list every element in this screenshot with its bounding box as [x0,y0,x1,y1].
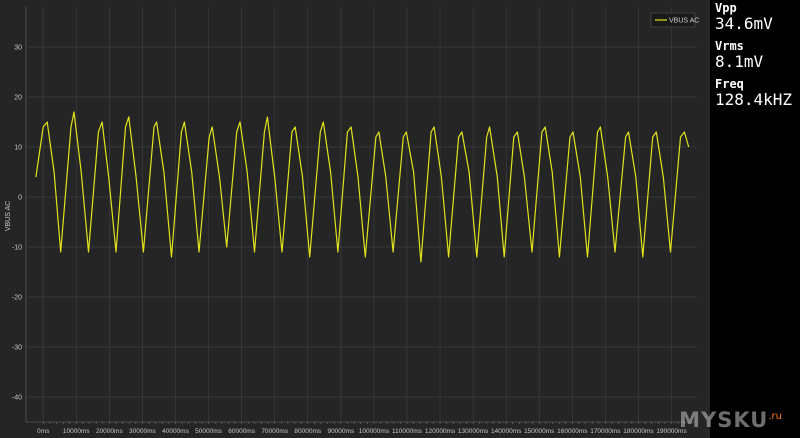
x-tick-label: 120000ms [425,428,456,435]
vrms-value: 8.1mV [715,52,764,71]
y-tick-label: 30 [14,45,22,52]
legend-label: VBUS AC [669,18,699,25]
watermark-suffix: .ru [768,411,782,422]
watermark-text: MYSKU [679,408,769,432]
x-tick-label: 160000ms [557,428,588,435]
x-tick-label: 170000ms [590,428,621,435]
axes: 30 20 10 0 -10 -20 -30 -40 0ms 10000ms 20000ms 3000… [12,7,697,435]
y-tick-label: 0 [18,195,22,202]
x-tick-label: 100000ms [359,428,390,435]
x-tick-label: 80000ms [294,428,321,435]
y-axis-title: VBUS AC [5,201,12,231]
y-tick-label: -20 [12,295,22,302]
x-tick-label: 130000ms [458,428,489,435]
y-tick-label: -10 [12,245,22,252]
y-tick-label: 10 [14,145,22,152]
vrms-readout: Vrms 8.1mV [715,40,764,71]
x-tick-label: 0ms [37,428,50,435]
vpp-readout: Vpp 34.6mV [715,2,773,33]
x-tick-label: 90000ms [327,428,354,435]
trace-layer [35,111,690,263]
x-tick-label: 50000ms [195,428,222,435]
watermark-logo: MYSKU.ru [679,408,782,432]
plot-panel: 30 20 10 0 -10 -20 -30 -40 0ms 10000ms 20000ms 3000… [0,0,710,438]
vbus-ac-trace [35,111,690,263]
legend[interactable]: VBUS AC [650,12,699,28]
freq-value: 128.4kHZ [715,90,793,109]
x-tick-label: 20000ms [96,428,123,435]
x-tick-label: 140000ms [491,428,522,435]
x-tick-label: 60000ms [228,428,255,435]
x-tick-label: 40000ms [162,428,189,435]
x-tick-label: 70000ms [261,428,288,435]
y-tick-label: -30 [12,345,22,352]
x-tick-label: 180000ms [623,428,654,435]
measurement-panel: Vpp 34.6mV Vrms 8.1mV Freq 128.4kHZ [710,0,800,438]
x-tick-label: 110000ms [392,428,423,435]
oscilloscope-chart[interactable]: 30 20 10 0 -10 -20 -30 -40 0ms 10000ms 20000ms 3000… [0,0,710,438]
x-tick-label: 10000ms [63,428,90,435]
vpp-value: 34.6mV [715,14,773,33]
x-tick-label: 30000ms [129,428,156,435]
freq-readout: Freq 128.4kHZ [715,78,793,109]
y-tick-label: -40 [12,395,22,402]
y-tick-label: 20 [14,95,22,102]
x-tick-label: 150000ms [524,428,555,435]
